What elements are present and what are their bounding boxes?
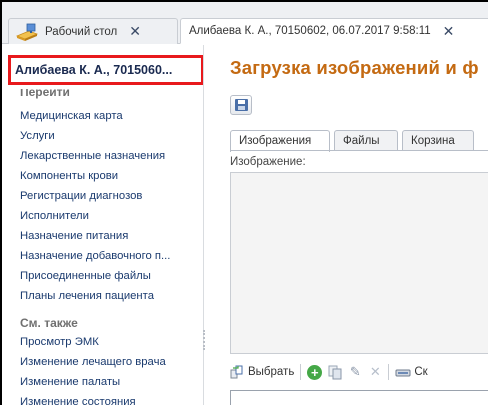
nav-item-change-doctor[interactable]: Изменение лечащего врача bbox=[20, 356, 166, 368]
image-toolbar: Выбрать + ✎ ✕ Ск bbox=[230, 359, 488, 385]
toolbar-separator bbox=[388, 364, 390, 380]
desktop-icon bbox=[15, 22, 39, 42]
nav-item-drug-prescriptions[interactable]: Лекарственные назначения bbox=[20, 150, 165, 162]
nav-item-view-emk[interactable]: Просмотр ЭМК bbox=[20, 336, 99, 348]
nav-item-change-ward[interactable]: Изменение палаты bbox=[20, 376, 120, 388]
nav-item-medical-card[interactable]: Медицинская карта bbox=[20, 110, 123, 122]
tab-files[interactable]: Файлы bbox=[334, 130, 398, 151]
save-icon bbox=[235, 99, 248, 111]
tab-patient-record[interactable]: Алибаева К. А., 70150602, 06.07.2017 9:5… bbox=[180, 18, 488, 44]
scan-button[interactable]: Ск bbox=[395, 361, 428, 383]
tabs-divider bbox=[230, 150, 488, 151]
delete-button[interactable]: ✕ bbox=[368, 361, 382, 383]
tab-trash[interactable]: Корзина bbox=[402, 130, 474, 151]
page-title: Загрузка изображений и ф bbox=[230, 57, 479, 78]
nav-item-change-state[interactable]: Изменение состояния bbox=[20, 396, 136, 405]
patient-title[interactable]: Алибаева К. А., 7015060... bbox=[8, 55, 203, 85]
copy-button[interactable] bbox=[328, 361, 342, 383]
nav-item-treatment-plans[interactable]: Планы лечения пациента bbox=[20, 290, 154, 302]
files-list-area[interactable] bbox=[230, 390, 488, 405]
edit-icon: ✎ bbox=[349, 364, 361, 379]
select-icon bbox=[230, 365, 244, 379]
tab-images[interactable]: Изображения bbox=[230, 130, 330, 152]
main-content: Загрузка изображений и ф Изображения Фай… bbox=[206, 45, 488, 405]
close-icon[interactable]: ✕ bbox=[443, 23, 455, 40]
edit-button[interactable]: ✎ bbox=[348, 361, 362, 383]
delete-icon: ✕ bbox=[369, 364, 381, 379]
navigation-panel: Алибаева К. А., 7015060... Перейти Медиц… bbox=[2, 45, 204, 405]
see-also-header: См. также bbox=[20, 316, 78, 330]
image-preview-area[interactable] bbox=[230, 172, 488, 354]
tab-desktop[interactable]: Рабочий стол ✕ bbox=[8, 18, 178, 44]
nav-item-additional-prescription[interactable]: Назначение добавочного п... bbox=[20, 250, 170, 262]
nav-item-diagnosis-registrations[interactable]: Регистрации диагнозов bbox=[20, 190, 142, 202]
select-button[interactable]: Выбрать bbox=[230, 361, 294, 383]
save-button[interactable] bbox=[230, 95, 252, 115]
tab-patient-label: Алибаева К. А., 70150602, 06.07.2017 9:5… bbox=[189, 25, 431, 37]
nav-item-nutrition[interactable]: Назначение питания bbox=[20, 230, 128, 242]
close-icon[interactable]: ✕ bbox=[129, 23, 141, 40]
add-icon: + bbox=[307, 364, 323, 380]
image-field-label: Изображение: bbox=[230, 156, 306, 168]
nav-item-services[interactable]: Услуги bbox=[20, 130, 55, 142]
scan-button-label: Ск bbox=[414, 366, 428, 378]
tab-bar: Рабочий стол ✕ Алибаева К. А., 70150602,… bbox=[2, 2, 488, 44]
toolbar-separator bbox=[300, 364, 302, 380]
goto-header: Перейти bbox=[20, 89, 70, 99]
nav-item-attached-files[interactable]: Присоединенные файлы bbox=[20, 270, 151, 282]
scan-icon bbox=[395, 366, 411, 378]
nav-item-performers[interactable]: Исполнители bbox=[20, 210, 89, 222]
select-button-label: Выбрать bbox=[248, 366, 295, 378]
nav-item-blood-components[interactable]: Компоненты крови bbox=[20, 170, 118, 182]
add-button[interactable]: + bbox=[307, 361, 323, 383]
copy-icon bbox=[328, 365, 342, 380]
tab-desktop-label: Рабочий стол bbox=[45, 25, 118, 38]
